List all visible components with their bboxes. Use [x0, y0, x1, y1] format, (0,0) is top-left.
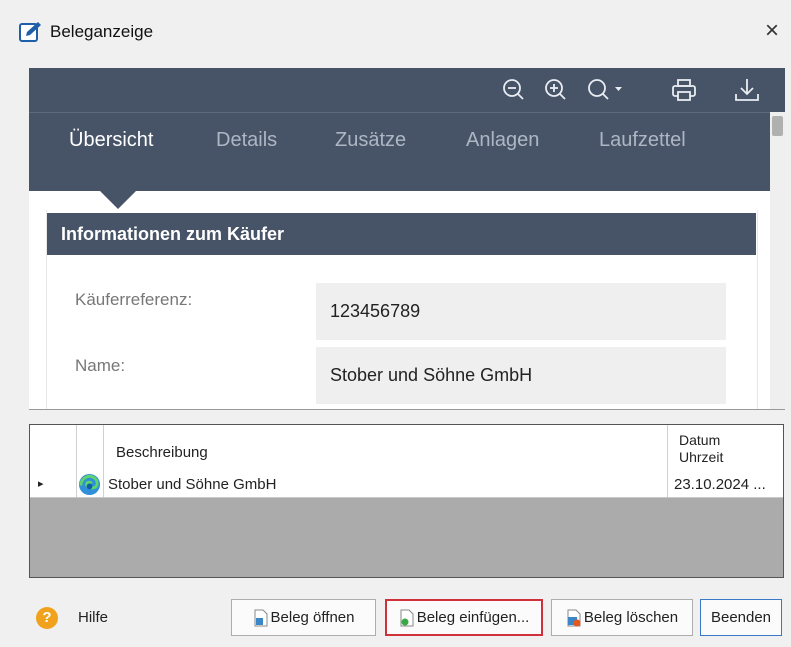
open-document-button[interactable]: Beleg öffnen	[231, 599, 376, 636]
row-description: Stober und Söhne GmbH	[104, 472, 668, 497]
document-viewer: Übersicht Details Zusätze Anlagen Laufze…	[29, 68, 785, 410]
grid-header: Beschreibung Datum Uhrzeit	[30, 425, 783, 473]
name-label: Name:	[75, 356, 126, 375]
help-icon[interactable]: ?	[36, 607, 58, 629]
tab-details[interactable]: Details	[216, 129, 277, 152]
edge-browser-icon	[78, 473, 101, 496]
row-type-cell	[77, 472, 104, 497]
column-header-description[interactable]: Beschreibung	[104, 425, 668, 472]
scrollbar-thumb[interactable]	[772, 116, 783, 136]
tab-uebersicht[interactable]: Übersicht	[69, 129, 153, 152]
zoom-out-icon[interactable]	[499, 76, 529, 104]
edit-document-icon	[19, 22, 41, 42]
buyer-reference-label: Käuferreferenz:	[75, 290, 193, 309]
exit-label: Beenden	[710, 609, 772, 626]
grid-header-icon	[77, 425, 104, 472]
window-title: Beleganzeige	[50, 22, 154, 41]
grid-header-indicator	[30, 425, 77, 472]
download-icon[interactable]	[732, 76, 762, 104]
tab-anlagen[interactable]: Anlagen	[466, 129, 539, 152]
insert-document-icon	[400, 609, 414, 626]
insert-document-label: Beleg einfügen...	[416, 609, 530, 626]
zoom-in-icon[interactable]	[541, 76, 571, 104]
document-grid: Beschreibung Datum Uhrzeit ▸ Stober und …	[29, 424, 784, 578]
active-tab-pointer	[99, 190, 137, 209]
delete-document-icon	[567, 609, 581, 626]
exit-button[interactable]: Beenden	[700, 599, 782, 636]
section-title: Informationen zum Käufer	[47, 213, 756, 255]
name-value: Stober und Söhne GmbH	[316, 347, 726, 404]
table-row[interactable]: ▸ Stober und Söhne GmbH 23.10.2024 ...	[30, 472, 783, 498]
buyer-reference-value: 123456789	[316, 283, 726, 340]
tab-laufzettel[interactable]: Laufzettel	[599, 129, 686, 152]
zoom-menu-icon[interactable]	[584, 76, 626, 104]
tab-bar: Übersicht Details Zusätze Anlagen Laufze…	[29, 112, 770, 191]
insert-document-button[interactable]: Beleg einfügen...	[385, 599, 543, 636]
open-document-label: Beleg öffnen	[270, 609, 355, 626]
buyer-info-panel: Informationen zum Käufer Käuferreferenz:…	[46, 210, 758, 409]
close-button[interactable]: ×	[758, 16, 786, 46]
delete-document-label: Beleg löschen	[583, 609, 679, 626]
column-header-date[interactable]: Datum Uhrzeit	[668, 425, 783, 472]
viewer-toolbar	[29, 68, 785, 112]
print-icon[interactable]	[669, 76, 699, 104]
delete-document-button[interactable]: Beleg löschen	[551, 599, 693, 636]
viewer-scrollbar[interactable]	[770, 112, 785, 409]
help-label[interactable]: Hilfe	[78, 609, 108, 626]
tab-zusaetze[interactable]: Zusätze	[335, 129, 406, 152]
row-indicator-icon: ▸	[30, 472, 77, 497]
title-bar: Beleganzeige ×	[0, 0, 791, 60]
open-document-icon	[254, 609, 268, 626]
column-header-date-label: Datum	[679, 432, 721, 448]
column-header-time-label: Uhrzeit	[679, 449, 724, 465]
row-date: 23.10.2024 ...	[674, 476, 766, 493]
